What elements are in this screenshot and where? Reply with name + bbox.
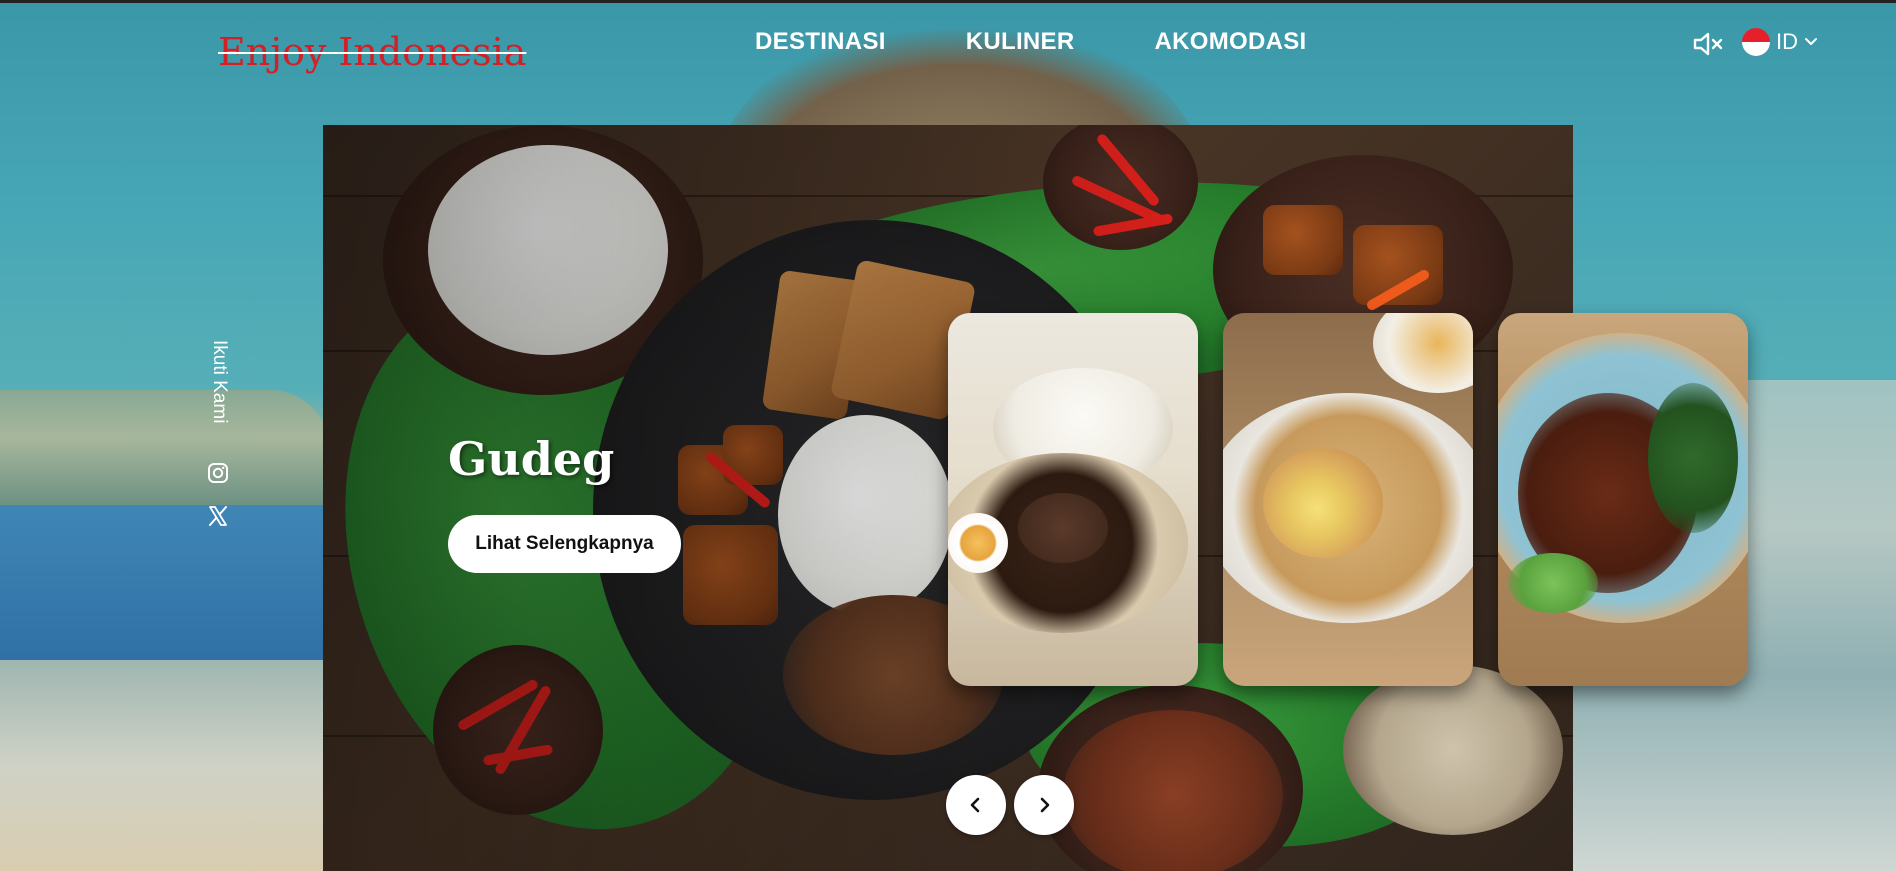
hero-title: Gudeg [448,432,615,486]
chevron-left-icon [970,797,980,813]
background-shore [0,660,330,871]
previous-slide-button[interactable] [946,775,1006,835]
nav-item-kuliner[interactable]: KULINER [966,28,1075,56]
background-water [0,505,330,665]
nav-item-destinasi[interactable]: DESTINASI [755,28,886,56]
main-nav: DESTINASI KULINER AKOMODASI [755,28,1307,56]
language-label: ID [1776,29,1798,54]
nav-item-akomodasi[interactable]: AKOMODASI [1154,28,1306,56]
background-hill [0,390,330,510]
indonesia-flag-icon [1742,28,1770,56]
instagram-icon[interactable] [207,462,229,484]
follow-us-label: Ikuti Kami [209,340,230,424]
speaker-muted-icon[interactable] [1692,30,1724,58]
see-more-button[interactable]: Lihat Selengkapnya [448,515,681,573]
top-border [0,0,1896,3]
follow-us: Ikuti Kami [206,340,230,450]
food-card-siomay[interactable] [1223,313,1473,686]
next-slide-button[interactable] [1014,775,1074,835]
site-logo[interactable]: Enjoy Indonesia [218,30,526,74]
food-card-grilled-meat[interactable] [1498,313,1748,686]
chevron-right-icon [1040,797,1050,813]
food-card-rawon[interactable] [948,313,1198,686]
language-selector[interactable]: ID [1742,28,1818,56]
chevron-down-icon [1805,38,1817,45]
x-twitter-icon[interactable] [207,505,229,527]
